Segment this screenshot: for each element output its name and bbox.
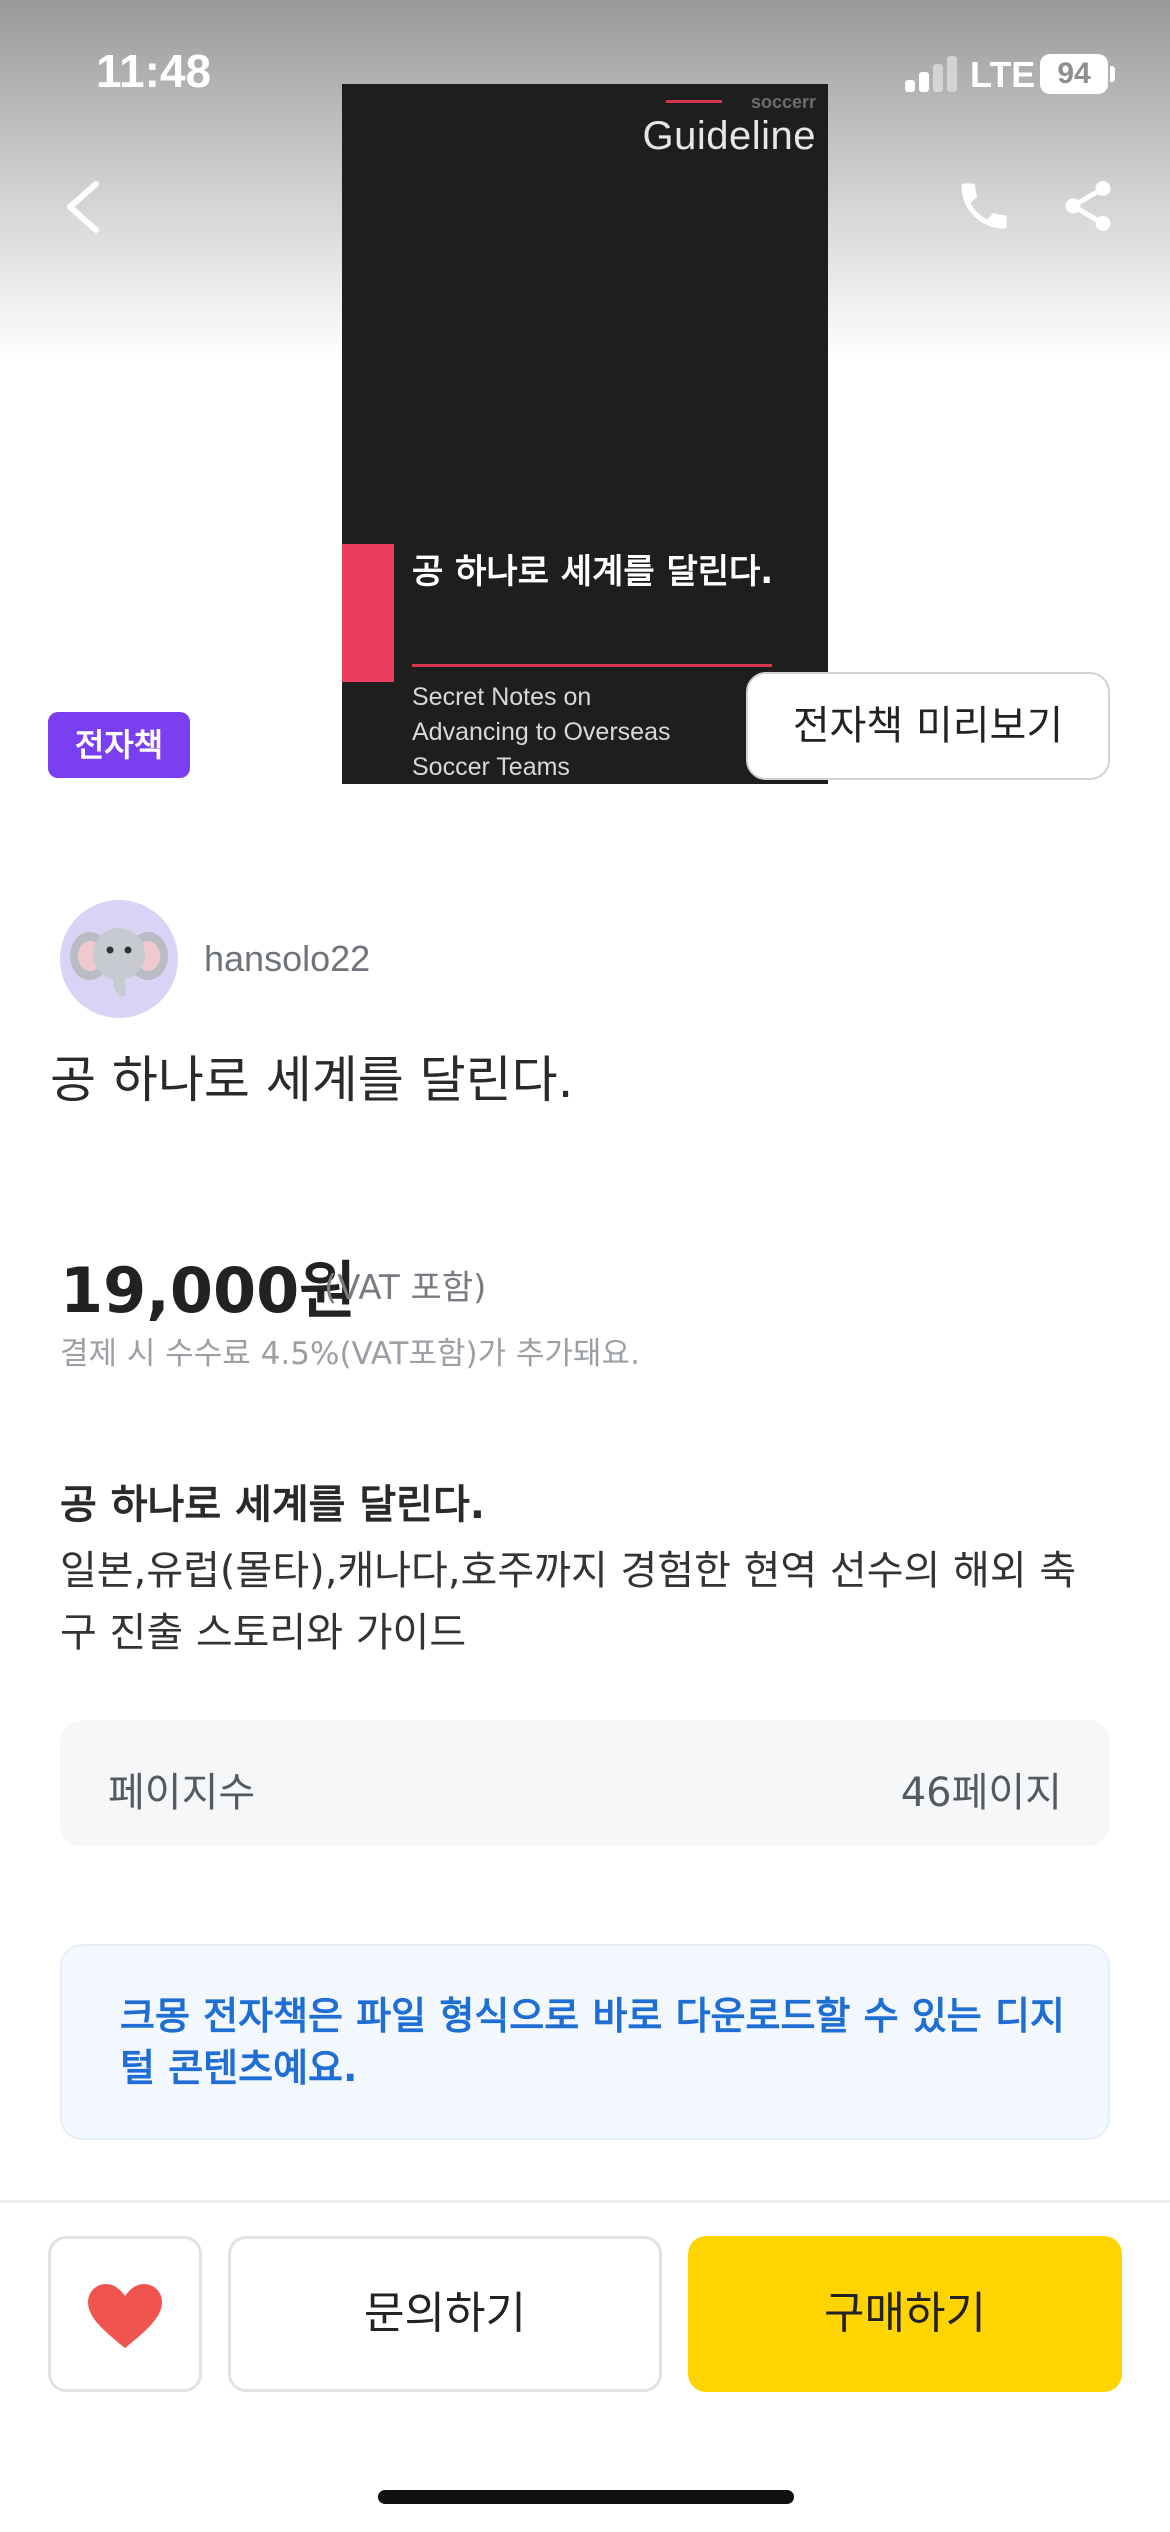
- cover-subtitle: Secret Notes on Advancing to Overseas So…: [412, 683, 671, 781]
- ebook-preview-button[interactable]: 전자책 미리보기: [746, 672, 1110, 780]
- back-button[interactable]: [56, 176, 112, 238]
- chevron-left-icon: [67, 181, 99, 233]
- hero-section: soccerr Guideline 공 하나로 세계를 달린다. Secret …: [0, 0, 1170, 800]
- price-amount: 19,000원: [60, 1254, 357, 1327]
- share-button[interactable]: [1058, 176, 1118, 236]
- signal-icon: [905, 56, 957, 92]
- price-vat-note: (VAT 포함): [324, 1268, 487, 1308]
- ebook-info-text: 크몽 전자책은 파일 형식으로 바로 다운로드할 수 있는 디지털 콘텐츠예요.: [120, 1994, 1065, 2090]
- page-count-value: 46페이지: [900, 1770, 1062, 1816]
- description-body: 일본,유럽(몰타),캐나다,호주까지 경험한 현역 선수의 해외 축구 진출 스…: [60, 1548, 1077, 1656]
- status-time: 11:48: [96, 45, 212, 97]
- status-bar: 11:48 LTE 94: [0, 0, 1170, 140]
- page-count-label: 페이지수: [108, 1770, 256, 1816]
- phone-icon: [961, 183, 1007, 229]
- fee-note: 결제 시 수수료 4.5%(VAT포함)가 추가돼요.: [60, 1336, 640, 1372]
- avatar[interactable]: [60, 900, 178, 1018]
- call-button[interactable]: [954, 176, 1014, 236]
- product-title: 공 하나로 세계를 달린다.: [50, 1051, 574, 1109]
- share-icon: [1065, 181, 1111, 231]
- battery-tip: [1110, 66, 1115, 82]
- cover-title-ko: 공 하나로 세계를 달린다.: [412, 552, 774, 592]
- ebook-badge: 전자책: [48, 712, 190, 778]
- bottom-bar-divider: [0, 2200, 1170, 2203]
- inquiry-button[interactable]: 문의하기: [228, 2236, 662, 2392]
- home-indicator[interactable]: [378, 2490, 794, 2504]
- description-title: 공 하나로 세계를 달린다.: [60, 1482, 485, 1528]
- cover-divider: [412, 664, 772, 667]
- ebook-info-notice: 크몽 전자책은 파일 형식으로 바로 다운로드할 수 있는 디지털 콘텐츠예요.: [60, 1944, 1110, 2140]
- like-button[interactable]: [48, 2236, 202, 2392]
- elephant-icon: [70, 928, 168, 997]
- seller-name[interactable]: hansolo22: [204, 938, 370, 980]
- heart-icon: [88, 2284, 162, 2348]
- buy-button[interactable]: 구매하기: [688, 2236, 1122, 2392]
- battery-icon: 94: [1040, 54, 1108, 94]
- page-count-row: 페이지수 46페이지: [60, 1720, 1110, 1846]
- cover-accent-bar: [342, 544, 394, 682]
- network-type: LTE: [970, 54, 1036, 95]
- seller-profile[interactable]: hansolo22: [60, 900, 560, 1018]
